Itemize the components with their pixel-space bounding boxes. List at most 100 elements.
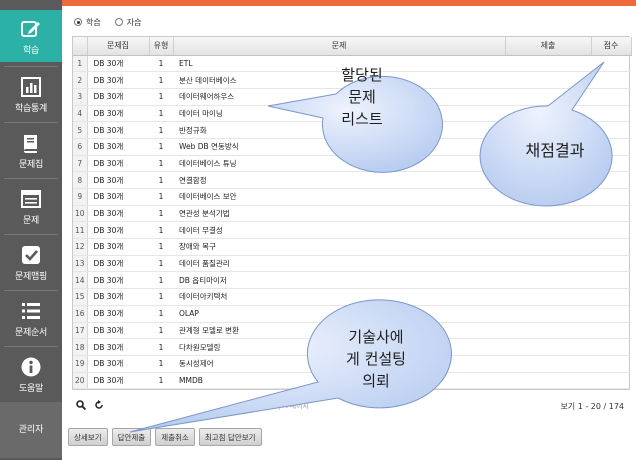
table-row[interactable]: 11 DB 30개 1 데이터 무결성 (73, 221, 631, 240)
column-header-submit[interactable]: 제출 (505, 37, 592, 56)
study-mode-label: 학습 (86, 17, 101, 27)
row-number-cell: 12 (73, 238, 88, 256)
workbook-cell: DB 30개 (87, 155, 149, 173)
callout-line: 채점결과 (525, 141, 585, 160)
column-header-score[interactable]: 점수 (591, 37, 632, 56)
workbook-cell: DB 30개 (87, 271, 149, 290)
callout-line: 기술사에 (348, 328, 404, 346)
cancel-submit-button[interactable]: 제출취소 (155, 428, 195, 446)
type-cell: 1 (149, 221, 173, 240)
sidebar-item-problem[interactable]: 문제 (0, 180, 62, 232)
submit-cell (505, 221, 591, 240)
refresh-icon[interactable] (94, 400, 104, 410)
type-cell: 1 (149, 188, 173, 206)
sidebar-item-mapping[interactable]: 문제맵핑 (0, 236, 62, 288)
problem-cell: 데이터 무결성 (173, 221, 505, 240)
score-cell (591, 338, 631, 356)
type-cell: 1 (149, 138, 173, 156)
problem-cell: Web DB 연동방식 (173, 138, 505, 156)
sidebar-item-help[interactable]: 도움말 (0, 348, 62, 400)
sidebar-item-order[interactable]: 문제순서 (0, 292, 62, 344)
row-number-cell: 7 (73, 155, 88, 173)
problem-cell: 연관성 분석기법 (173, 205, 505, 223)
row-number-cell: 1 (73, 55, 88, 73)
table-row[interactable]: 15 DB 30개 1 데이터아키텍처 (73, 288, 631, 306)
sidebar-item-label: 도움말 (19, 384, 43, 394)
submit-cell (505, 88, 591, 106)
search-icon[interactable] (76, 400, 86, 410)
table-row[interactable]: 8 DB 30개 1 연결함정 (73, 171, 631, 189)
score-cell (591, 271, 631, 290)
table-row[interactable]: 12 DB 30개 1 장애와 복구 (73, 238, 631, 256)
score-cell (591, 105, 631, 123)
table-row[interactable]: 10 DB 30개 1 연관성 분석기법 (73, 205, 631, 223)
sidebar-item-label: 문제순서 (15, 328, 47, 338)
score-cell (591, 322, 631, 340)
problem-cell: 데이터 품질관리 (173, 255, 505, 273)
type-cell: 1 (149, 55, 173, 73)
best-answer-button[interactable]: 최고점 답안보기 (198, 428, 262, 446)
self-study-mode-radio[interactable] (114, 18, 123, 26)
row-number-cell: 5 (73, 121, 88, 139)
type-cell: 1 (149, 238, 173, 256)
row-number-cell: 18 (73, 338, 88, 356)
type-cell: 1 (149, 205, 173, 223)
sidebar-item-label: 문제집 (19, 160, 43, 170)
score-cell (591, 255, 631, 273)
row-number-cell: 6 (73, 138, 88, 156)
problem-cell: 데이터베이스 튜닝 (173, 155, 505, 173)
record-count: 보기 1 - 20 / 174 (560, 402, 624, 411)
grid-footer: |◂◂ 페이지 보기 1 - 20 / 174 (72, 396, 630, 416)
submit-cell (505, 355, 591, 373)
sidebar-item-study[interactable]: 학습 (0, 10, 62, 62)
pager-label: 페이지 (289, 402, 309, 410)
problem-cell: 장애와 복구 (173, 238, 505, 256)
type-cell: 1 (149, 271, 173, 290)
workbook-cell: DB 30개 (87, 338, 149, 356)
submit-cell (505, 205, 591, 223)
problem-cell: 연결함정 (173, 171, 505, 189)
self-study-mode-label: 자습 (126, 17, 142, 27)
score-cell (591, 121, 631, 139)
top-accent-bar (62, 0, 636, 6)
grid-tools (76, 400, 104, 410)
submit-cell (505, 171, 591, 189)
column-header-type[interactable]: 유형 (149, 37, 174, 56)
row-number-cell: 14 (73, 271, 88, 290)
table-row[interactable]: 9 DB 30개 1 데이터베이스 보안 (73, 188, 631, 206)
study-mode-radio[interactable] (74, 18, 82, 26)
score-cell (591, 355, 631, 373)
detail-view-button[interactable]: 상세보기 (68, 428, 108, 446)
table-row[interactable]: 14 DB 30개 1 DB 옵티마이저 (73, 271, 631, 290)
grading-callout-text: 채점결과 (490, 140, 620, 162)
workbook-cell: DB 30개 (87, 138, 149, 156)
workbook-cell: DB 30개 (87, 355, 149, 373)
sidebar-divider (4, 66, 58, 67)
callout-line: 할당된 (341, 66, 383, 84)
workbook-cell: DB 30개 (87, 171, 149, 189)
sidebar-item-workbook[interactable]: 문제집 (0, 124, 62, 176)
callout-line: 게 컨설팅 (346, 350, 406, 368)
type-cell: 1 (149, 322, 173, 340)
sidebar-divider (4, 290, 58, 291)
column-header-problem[interactable]: 문제 (173, 37, 506, 56)
list-icon (22, 303, 40, 319)
sidebar-item-stats[interactable]: 학습통계 (0, 68, 62, 120)
submit-cell (505, 105, 591, 123)
type-cell: 1 (149, 105, 173, 123)
workbook-cell: DB 30개 (87, 238, 149, 256)
action-buttons: 상세보기 답안제출 제출취소 최고점 답안보기 (68, 428, 262, 446)
pager[interactable]: |◂◂ 페이지 (278, 401, 309, 411)
row-number-cell: 3 (73, 88, 88, 106)
table-row[interactable]: 13 DB 30개 1 데이터 품질관리 (73, 255, 631, 273)
admin-button[interactable]: 관리자 (0, 402, 62, 458)
row-number-cell: 15 (73, 288, 88, 306)
first-page-icon[interactable]: |◂◂ (278, 402, 287, 410)
workbook-cell: DB 30개 (87, 372, 149, 390)
column-header-workbook[interactable]: 문제집 (87, 37, 150, 56)
type-cell: 1 (149, 71, 173, 89)
problem-cell: OLAP (173, 305, 505, 323)
submit-answer-button[interactable]: 답안제출 (111, 428, 152, 446)
table-row[interactable]: 16 DB 30개 1 OLAP (73, 305, 631, 323)
mode-selector: 학습 자습 (74, 16, 141, 28)
